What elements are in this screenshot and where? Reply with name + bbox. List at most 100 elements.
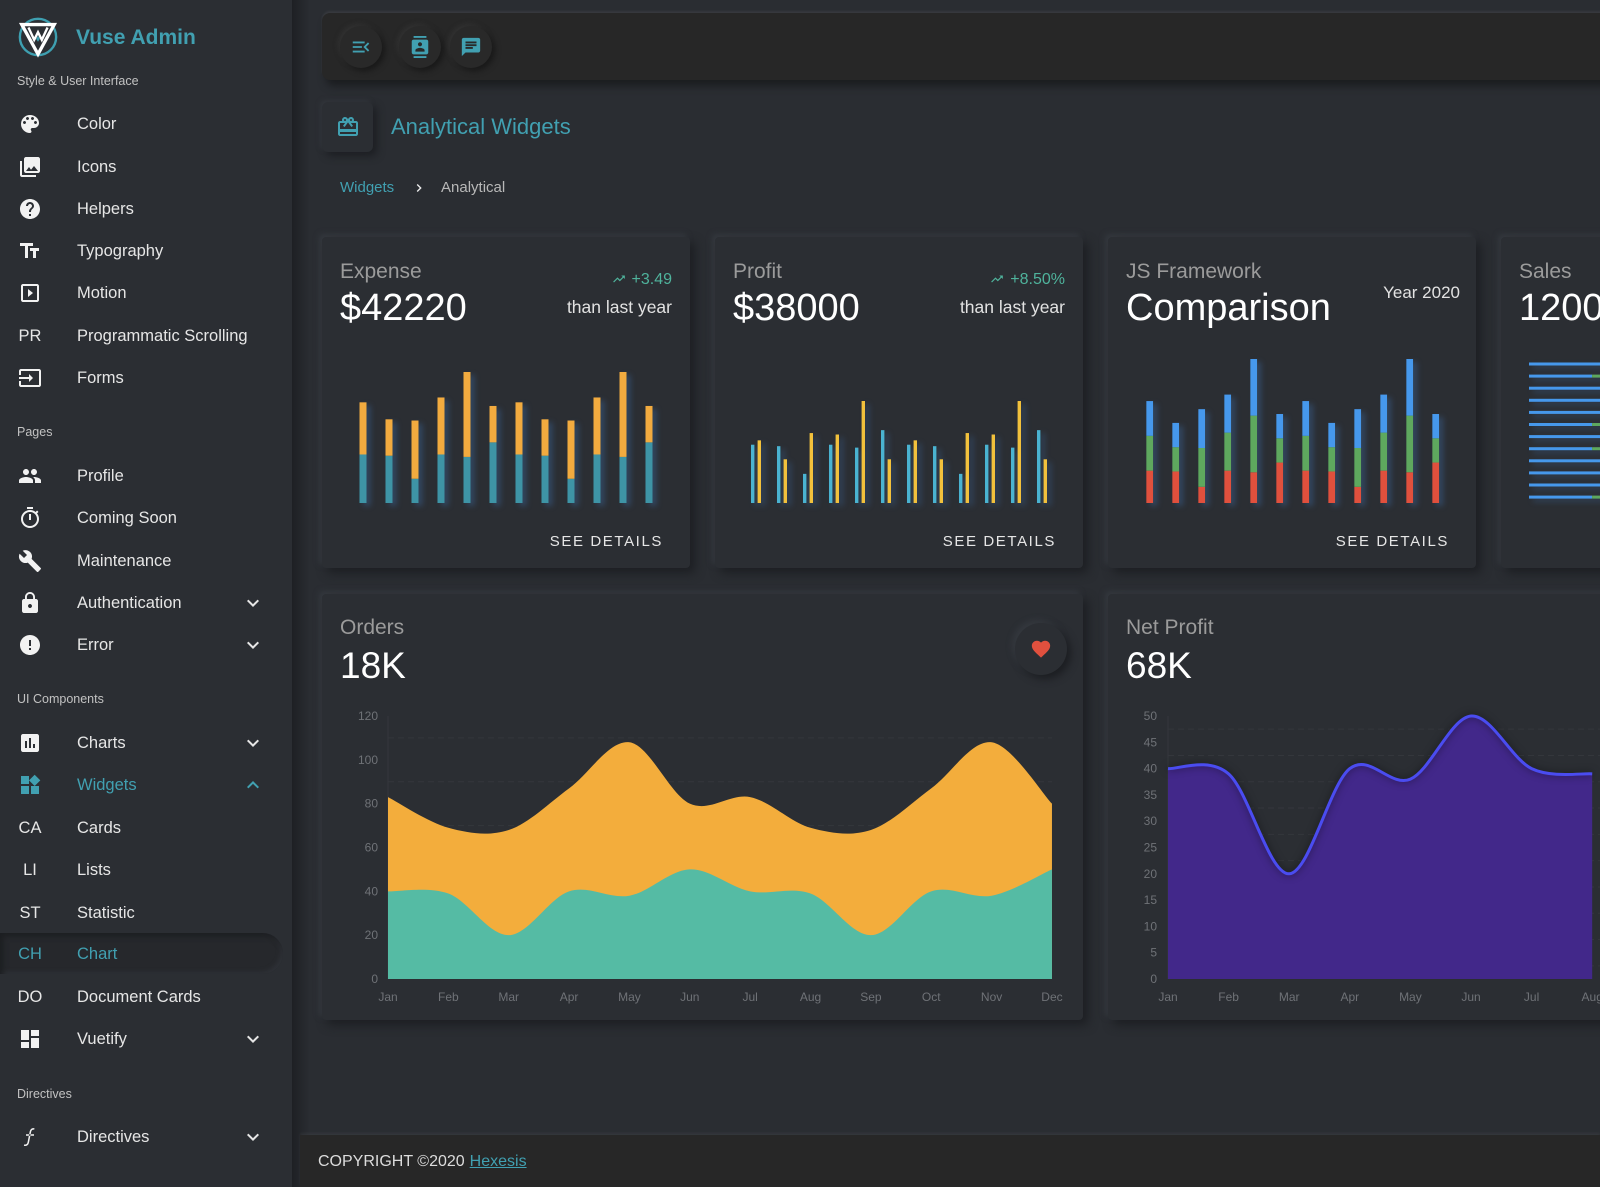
sidebar-item-widgets[interactable]: Widgets — [0, 764, 283, 806]
sidebar-item-chart[interactable]: CH Chart — [0, 933, 283, 975]
net_profit-x-tick-label: Jul — [1524, 990, 1539, 1004]
orders-y-tick-label: 100 — [358, 753, 378, 767]
js_framework-bar-11-series-3 — [1406, 359, 1414, 416]
sales-bar-8-series-2 — [1592, 447, 1600, 451]
sidebar-item-helpers[interactable]: Helpers — [0, 188, 283, 230]
footer-link[interactable]: Hexesis — [470, 1153, 527, 1170]
sidebar-item-error[interactable]: Error — [0, 624, 283, 666]
contacts-button[interactable] — [399, 26, 441, 68]
sidebar-item-maintenance[interactable]: Maintenance — [0, 540, 283, 582]
orders-x-tick-label: Jul — [742, 990, 757, 1004]
view-dashboard-icon — [18, 1027, 42, 1051]
toggle-sidebar-button[interactable] — [340, 26, 382, 68]
js_framework-bar-7-series-3 — [1302, 401, 1310, 436]
chevron-down-icon[interactable] — [241, 1027, 265, 1051]
net_profit-x-tick-label: May — [1399, 990, 1422, 1004]
net_profit-y-tick-label: 20 — [1144, 867, 1158, 881]
sidebar-item-label: Maintenance — [77, 552, 172, 570]
chevron-down-icon[interactable] — [241, 1125, 265, 1149]
sidebar-item-authentication[interactable]: Authentication — [0, 582, 283, 624]
see-details-button[interactable]: SEE DETAILS — [1336, 532, 1449, 552]
footer: COPYRIGHT ©2020 Hexesis — [300, 1135, 1600, 1187]
page-icon-box — [322, 102, 373, 152]
profit-bar-11-series-2 — [1017, 401, 1021, 503]
sidebar-item-icons[interactable]: Icons — [0, 146, 283, 188]
card-value: Comparison — [1126, 287, 1331, 329]
js_framework-bar-2-series-1 — [1172, 471, 1180, 503]
profit-bar-2-series-1 — [777, 446, 781, 503]
js_framework-bar-5-series-3 — [1250, 359, 1258, 416]
sidebar-item-vuetify[interactable]: Vuetify — [0, 1018, 283, 1060]
net_profit-y-tick-label: 45 — [1144, 735, 1158, 749]
sidebar-item-directives[interactable]: Directives — [0, 1116, 283, 1158]
expense-bar-9-series-1 — [567, 478, 575, 503]
sales-bar-5-series-1 — [1529, 410, 1600, 414]
sidebar-item-cards[interactable]: CA Cards — [0, 807, 283, 849]
chevron-down-icon[interactable] — [241, 633, 265, 657]
chevron-up-icon[interactable] — [241, 773, 265, 797]
profit-bar-10-series-2 — [991, 434, 995, 503]
sidebar-item-abbr: CA — [18, 819, 42, 837]
card-value: $38000 — [733, 287, 860, 329]
sales-bar-1-series-1 — [1529, 362, 1600, 366]
js_framework-bar-4-series-3 — [1224, 394, 1232, 433]
sidebar-item-document-cards[interactable]: DO Document Cards — [0, 976, 283, 1018]
orders-x-tick-label: Mar — [498, 990, 519, 1004]
sidebar-item-typography[interactable]: Typography — [0, 230, 283, 272]
chevron-down-icon[interactable] — [241, 731, 265, 755]
sidebar-item-label: Motion — [77, 284, 127, 302]
trend-caption: than last year — [566, 297, 672, 317]
profit-card: Profit $38000 +8.50% than last year SEE … — [715, 237, 1083, 568]
card-value: 12000 — [1519, 287, 1600, 329]
expense-bar-7-series-1 — [515, 454, 523, 503]
expense-bar-9-series-2 — [567, 420, 575, 479]
profit-bar-1-series-1 — [751, 444, 755, 503]
sidebar-item-label: Lists — [77, 861, 111, 879]
breadcrumb-widgets[interactable]: Widgets — [340, 178, 394, 198]
sidebar-item-programmatic-scrolling[interactable]: PR Programmatic Scrolling — [0, 315, 283, 357]
favorite-button[interactable] — [1015, 623, 1067, 675]
expense-bar-8-series-1 — [541, 455, 549, 503]
brand-name[interactable]: Vuse Admin — [76, 24, 196, 52]
sidebar-item-abbr: CH — [18, 945, 42, 963]
trend-indicator: +8.50% — [990, 270, 1065, 290]
format-size-icon — [18, 239, 42, 263]
orders-x-tick-label: Apr — [560, 990, 579, 1004]
expense-bar-1-series-2 — [359, 402, 367, 455]
sidebar-item-coming-soon[interactable]: Coming Soon — [0, 497, 283, 539]
js_framework-bar-1-series-1 — [1146, 470, 1154, 503]
chevron-down-icon[interactable] — [241, 591, 265, 615]
js_framework-bar-8-series-2 — [1328, 447, 1336, 472]
profit-bar-8-series-2 — [939, 459, 943, 503]
see-details-button[interactable]: SEE DETAILS — [550, 532, 663, 552]
see-details-button[interactable]: SEE DETAILS — [943, 532, 1056, 552]
profit-bar-3-series-1 — [803, 473, 807, 503]
sales-bar-12-series-1 — [1529, 495, 1593, 499]
profit-bar-7-series-2 — [913, 440, 917, 503]
sidebar-item-lists[interactable]: LI Lists — [0, 849, 283, 891]
js_framework-bar-3-series-2 — [1198, 447, 1206, 487]
js_framework-bar-3-series-1 — [1198, 486, 1206, 503]
expense-card: Expense $42220 +3.49 than last year SEE … — [322, 237, 690, 568]
sidebar-item-motion[interactable]: Motion — [0, 272, 283, 314]
sidebar-item-color[interactable]: Color — [0, 103, 283, 145]
vuse-logo-icon[interactable] — [17, 16, 59, 58]
expense-bar-5-series-1 — [463, 456, 471, 503]
sidebar-item-label: Forms — [77, 369, 124, 387]
profit-bar-10-series-1 — [985, 444, 989, 503]
js_framework-bar-3-series-3 — [1198, 409, 1206, 448]
sidebar-item-profile[interactable]: Profile — [0, 455, 283, 497]
sidebar-item-label: Directives — [77, 1128, 150, 1146]
widgets-icon — [18, 773, 42, 797]
net_profit-y-tick-label: 10 — [1144, 919, 1158, 933]
sidebar-item-charts[interactable]: Charts — [0, 722, 283, 764]
messages-button[interactable] — [450, 26, 492, 68]
orders-y-tick-label: 0 — [371, 972, 378, 986]
js_framework-bar-6-series-2 — [1276, 438, 1284, 463]
sidebar-item-statistic[interactable]: ST Statistic — [0, 892, 283, 934]
sidebar-item-forms[interactable]: Forms — [0, 357, 283, 399]
expense-bar-4-series-2 — [437, 397, 445, 455]
orders-x-tick-label: Feb — [438, 990, 459, 1004]
breadcrumb-analytical: Analytical — [441, 179, 506, 196]
sales-bar-2-series-1 — [1529, 374, 1593, 378]
